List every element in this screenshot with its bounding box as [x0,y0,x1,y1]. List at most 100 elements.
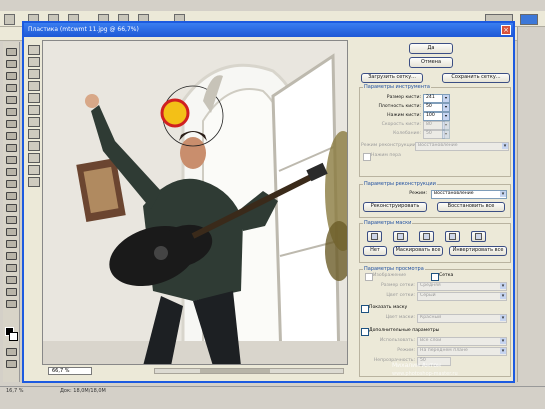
mask-color-label: Цвет маски: [385,315,415,320]
restore-all-button[interactable]: Восстановить все [437,202,505,212]
shape-tool-icon[interactable] [6,252,17,260]
scrollbar-thumb[interactable] [200,369,270,373]
stamp-tool-icon[interactable] [6,144,17,152]
healing-tool-icon[interactable] [6,120,17,128]
show-mask-label: Показать маску [369,305,408,310]
dialog-title-bar[interactable]: Пластика (mtcwmt 11.jpg @ 66,7%) × [24,23,513,37]
pucker-tool-icon[interactable] [28,81,40,91]
use-label: Использовать: [379,338,415,343]
invert-selection-icon[interactable] [471,231,486,242]
brush-tool-icon[interactable] [6,132,17,140]
bloat-tool-icon[interactable] [28,93,40,103]
save-mesh-button[interactable]: Сохранить сетку... [442,73,510,83]
ok-button[interactable]: Да [409,43,453,54]
eraser-tool-icon[interactable] [6,168,17,176]
backdrop-mode-label: Режим: [397,348,415,353]
chevron-down-icon: ▾ [442,121,450,130]
hand-tool-icon[interactable] [6,288,17,296]
cancel-button[interactable]: Отмена [409,57,453,68]
reconstruct-options-legend: Параметры реконструкции [363,181,437,187]
wand-tool-icon[interactable] [6,84,17,92]
mirror-tool-icon[interactable] [28,117,40,127]
marquee-tool-icon[interactable] [6,60,17,68]
dialog-title: Пластика (mtcwmt 11.jpg @ 66,7%) [28,26,139,33]
chevron-down-icon[interactable]: ▾ [442,103,450,112]
dodge-tool-icon[interactable] [6,204,17,212]
bridge-icon[interactable] [520,14,538,25]
view-options-legend: Параметры просмотра [363,266,425,272]
background-color-swatch[interactable] [9,332,18,341]
watermark: Михалин Антон www.photoshop-master.ru [392,362,522,382]
mask-color-select: Красный [417,314,507,323]
watermark-author: Михалин Антон [392,362,441,369]
brush-rate-label: Скорость кисти: [381,122,421,127]
replace-selection-icon[interactable] [367,231,382,242]
show-mask-checkbox[interactable] [361,305,369,313]
options-panel: Да Отмена Загрузить сетку... Сохранить с… [357,39,513,379]
pen-tool-icon[interactable] [6,240,17,248]
mask-all-button[interactable]: Маскировать все [393,246,443,256]
screen-mode-icon[interactable] [6,360,17,368]
turbulence-tool-icon[interactable] [28,129,40,139]
intersect-selection-icon[interactable] [445,231,460,242]
reconstruct-mode-label: Режим реконструкции: [361,143,418,148]
photo-guitarist [43,41,347,364]
lasso-tool-icon[interactable] [6,72,17,80]
type-tool-icon[interactable] [6,228,17,236]
history-brush-icon[interactable] [6,156,17,164]
move-tool-icon[interactable] [6,48,17,56]
stylus-pressure-checkbox [363,153,371,161]
brush-density-label: Плотность кисти: [378,104,421,109]
slice-tool-icon[interactable] [6,108,17,116]
show-mesh-label: Сетка [439,273,454,278]
horizontal-scrollbar[interactable] [154,368,344,374]
image-preview-canvas[interactable] [42,40,348,365]
turbulent-jitter-label: Колебание: [393,131,421,136]
reconstruct-tool-icon[interactable] [28,57,40,67]
app-icon [4,14,15,25]
gradient-tool-icon[interactable] [6,180,17,188]
chevron-down-icon[interactable]: ▾ [442,112,450,121]
twirl-tool-icon[interactable] [28,69,40,79]
notes-tool-icon[interactable] [6,264,17,272]
quick-mask-icon[interactable] [6,348,17,356]
mesh-color-select: Серый [417,292,507,301]
push-left-tool-icon[interactable] [28,105,40,115]
invert-all-button[interactable]: Инвертировать все [449,246,507,256]
chevron-down-icon: ▾ [442,130,450,139]
hand-tool-icon[interactable] [28,165,40,175]
zoom-tool-icon[interactable] [6,300,17,308]
show-image-checkbox [365,273,373,281]
freeze-mask-tool-icon[interactable] [28,141,40,151]
chevron-down-icon[interactable]: ▾ [442,94,450,103]
mode-label: Режим: [409,191,427,196]
mask-options-group [359,223,511,263]
mask-options-legend: Параметры маски [363,220,413,226]
reconstruct-button[interactable]: Реконструировать [363,202,427,212]
watermark-site: www.photoshop-master.ru [392,371,458,377]
path-tool-icon[interactable] [6,216,17,224]
blur-tool-icon[interactable] [6,192,17,200]
status-zoom: 16,7 % [6,388,24,394]
eyedropper-tool-icon[interactable] [6,276,17,284]
liquify-toolbar [26,39,40,379]
forward-warp-tool-icon[interactable] [28,45,40,55]
crop-tool-icon[interactable] [6,96,17,104]
zoom-tool-icon[interactable] [28,177,40,187]
add-to-selection-icon[interactable] [393,231,408,242]
show-mesh-checkbox[interactable] [431,273,439,281]
reconstruct-mode-dropdown[interactable]: Восстановление [431,190,507,199]
close-icon[interactable]: × [501,25,511,35]
reconstruct-mode-select: Восстановление [415,142,509,151]
tool-options-legend: Параметры инструмента [363,84,431,90]
brush-size-label: Размер кисти: [386,95,421,100]
subtract-selection-icon[interactable] [419,231,434,242]
photoshop-status-bar: 16,7 % Док: 18,0M/18,0M [0,386,545,398]
stylus-pressure-label: Нажим пера [371,153,401,158]
zoom-level-field[interactable]: 66,7 % [48,367,92,375]
load-mesh-button[interactable]: Загрузить сетку... [361,73,423,83]
show-backdrop-checkbox[interactable] [361,328,369,336]
thaw-mask-tool-icon[interactable] [28,153,40,163]
none-button[interactable]: Нет [363,246,387,256]
mesh-size-select: Средняя [417,282,507,291]
